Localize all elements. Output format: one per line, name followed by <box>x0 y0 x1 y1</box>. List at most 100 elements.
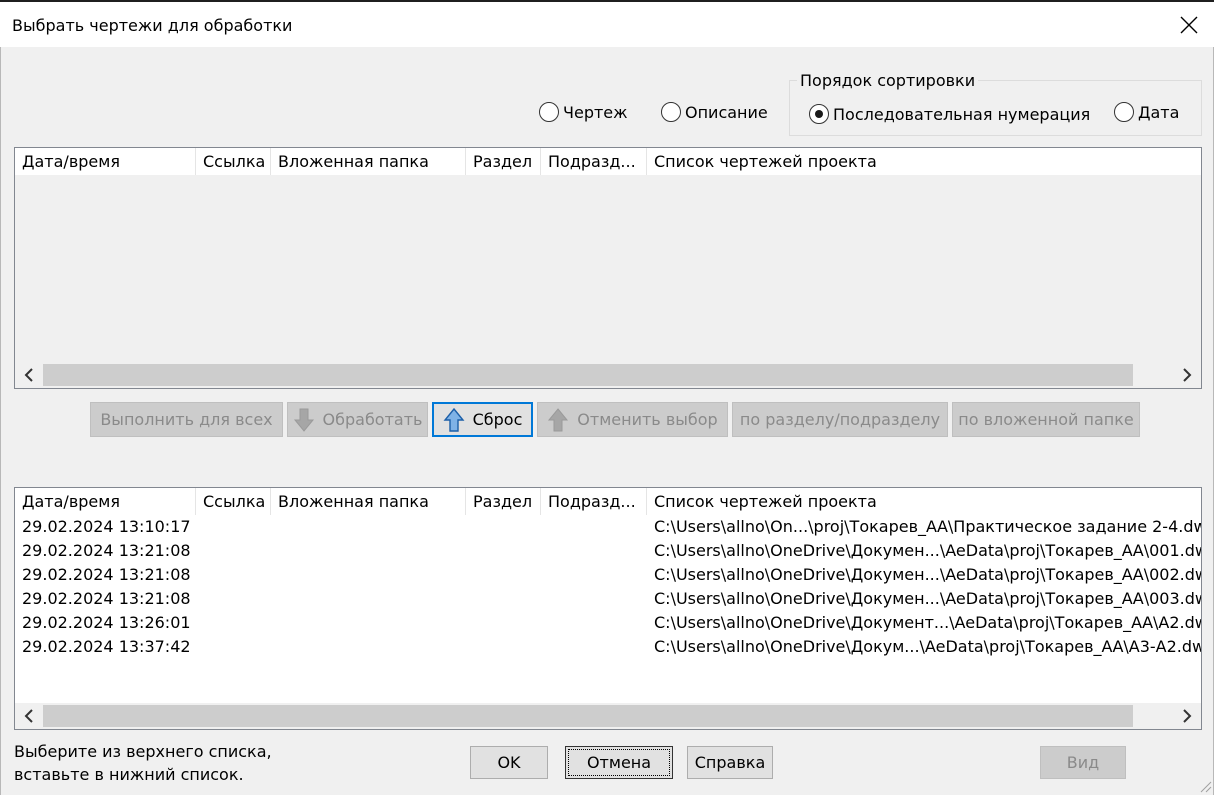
ok-label: OK <box>497 753 521 772</box>
column-header-section[interactable]: Раздел <box>466 488 541 515</box>
scroll-right-button[interactable] <box>1173 703 1201 729</box>
by-section-button[interactable]: по разделу/подразделу <box>732 402 948 437</box>
cell-section <box>466 611 541 635</box>
cell-datetime: 29.02.2024 13:10:17 <box>22 517 191 536</box>
cell-subfolder <box>271 563 466 587</box>
column-header-section[interactable]: Раздел <box>466 148 541 175</box>
sort-radio-sequential[interactable]: Последовательная нумерация <box>809 104 1090 124</box>
sort-radio-date-label: Дата <box>1138 102 1180 122</box>
help-button[interactable]: Справка <box>687 746 773 779</box>
chevron-left-icon <box>24 709 33 723</box>
table-row[interactable]: 29.02.2024 13:26:01 C:\Users\allno\OneDr… <box>15 611 1201 635</box>
cell-subsection <box>541 611 647 635</box>
sort-radio-date[interactable]: Дата <box>1114 102 1179 122</box>
column-header-subfolder[interactable]: Вложенная папка <box>271 488 466 515</box>
title-bar: Выбрать чертежи для обработки <box>0 2 1214 47</box>
column-header-datetime[interactable]: Дата/время <box>15 148 196 175</box>
reset-label: Сброс <box>472 410 523 429</box>
cell-datetime: 29.02.2024 13:21:08 <box>22 589 191 608</box>
column-header-link[interactable]: Ссылка <box>196 488 271 515</box>
cell-path: C:\Users\allno\OneDrive\Докумен...\AeDat… <box>654 589 1202 608</box>
sort-order-label: Порядок сортировки <box>797 71 979 90</box>
cancel-label: Отмена <box>586 753 652 772</box>
list-header: Дата/время Ссылка Вложенная папка Раздел… <box>15 148 1201 175</box>
sort-radio-drawing[interactable]: Чертеж <box>539 102 628 122</box>
close-button[interactable] <box>1164 2 1214 47</box>
chevron-right-icon <box>1183 368 1192 382</box>
ok-button[interactable]: OK <box>470 746 548 779</box>
sort-radio-drawing-label: Чертеж <box>563 102 628 122</box>
table-row[interactable]: 29.02.2024 13:21:08 C:\Users\allno\OneDr… <box>15 563 1201 587</box>
list-header: Дата/время Ссылка Вложенная папка Раздел… <box>15 488 1201 515</box>
run-for-all-button[interactable]: Выполнить для всех <box>90 402 283 437</box>
horizontal-scrollbar[interactable] <box>15 703 1201 729</box>
cell-path: C:\Users\allno\On...\proj\Токарев_АА\Пра… <box>654 517 1202 536</box>
close-icon <box>1180 16 1198 33</box>
column-header-subfolder[interactable]: Вложенная папка <box>271 148 466 175</box>
arrow-up-icon <box>443 407 465 433</box>
scroll-thumb[interactable] <box>43 705 1133 727</box>
cell-datetime: 29.02.2024 13:21:08 <box>22 541 191 560</box>
scroll-left-button[interactable] <box>15 362 43 388</box>
cell-subfolder <box>271 635 466 659</box>
sort-radio-description[interactable]: Описание <box>661 102 768 122</box>
source-drawings-list[interactable]: Дата/время Ссылка Вложенная папка Раздел… <box>14 147 1202 389</box>
cell-link <box>196 587 271 611</box>
cell-subsection <box>541 563 647 587</box>
cell-subfolder <box>271 611 466 635</box>
cancel-button[interactable]: Отмена <box>565 746 673 779</box>
cell-link <box>196 563 271 587</box>
resize-grip-icon[interactable] <box>1198 779 1212 793</box>
by-subfolder-label: по вложенной папке <box>958 410 1134 429</box>
cell-link <box>196 611 271 635</box>
cell-subsection <box>541 539 647 563</box>
column-header-link[interactable]: Ссылка <box>196 148 271 175</box>
scroll-left-button[interactable] <box>15 703 43 729</box>
radio-circle <box>539 102 559 122</box>
scroll-thumb[interactable] <box>43 364 1133 386</box>
sort-radio-sequential-label: Последовательная нумерация <box>833 104 1091 124</box>
process-button[interactable]: Обработать <box>287 402 428 437</box>
column-header-drawing-list[interactable]: Список чертежей проекта <box>647 488 1201 515</box>
by-subfolder-button[interactable]: по вложенной папке <box>952 402 1140 437</box>
list-body: 29.02.2024 13:10:17 C:\Users\allno\On...… <box>15 515 1201 659</box>
scroll-right-button[interactable] <box>1173 362 1201 388</box>
selected-drawings-list[interactable]: Дата/время Ссылка Вложенная папка Раздел… <box>14 487 1202 730</box>
cell-section <box>466 515 541 539</box>
column-header-subsection[interactable]: Подразд... <box>541 488 647 515</box>
horizontal-scrollbar[interactable] <box>15 362 1201 388</box>
cell-subfolder <box>271 539 466 563</box>
cell-section <box>466 539 541 563</box>
cell-link <box>196 539 271 563</box>
scroll-track[interactable] <box>43 362 1173 388</box>
scroll-track[interactable] <box>43 703 1173 729</box>
table-row[interactable]: 29.02.2024 13:10:17 C:\Users\allno\On...… <box>15 515 1201 539</box>
arrow-down-icon <box>293 407 315 433</box>
deselect-label: Отменить выбор <box>577 410 718 429</box>
cell-subfolder <box>271 587 466 611</box>
table-row[interactable]: 29.02.2024 13:21:08 C:\Users\allno\OneDr… <box>15 587 1201 611</box>
instruction-line-1: Выберите из верхнего списка, <box>14 742 272 761</box>
table-row[interactable]: 29.02.2024 13:37:42 C:\Users\allno\OneDr… <box>15 635 1201 659</box>
cell-link <box>196 635 271 659</box>
view-button[interactable]: Вид <box>1040 746 1126 779</box>
cell-path: C:\Users\allno\OneDrive\Документ...\AeDa… <box>654 613 1202 632</box>
reset-button[interactable]: Сброс <box>432 402 533 437</box>
cell-subsection <box>541 587 647 611</box>
deselect-button[interactable]: Отменить выбор <box>537 402 728 437</box>
arrow-up-icon <box>547 407 569 433</box>
column-header-subsection[interactable]: Подразд... <box>541 148 647 175</box>
cell-subfolder <box>271 515 466 539</box>
help-label: Справка <box>694 753 766 772</box>
chevron-left-icon <box>24 368 33 382</box>
cell-datetime: 29.02.2024 13:37:42 <box>22 637 191 656</box>
radio-circle <box>661 102 681 122</box>
column-header-datetime[interactable]: Дата/время <box>15 488 196 515</box>
cell-path: C:\Users\allno\OneDrive\Докумен...\AeDat… <box>654 541 1202 560</box>
sort-radio-description-label: Описание <box>685 102 768 122</box>
process-label: Обработать <box>322 410 423 429</box>
cell-link <box>196 515 271 539</box>
cell-section <box>466 635 541 659</box>
table-row[interactable]: 29.02.2024 13:21:08 C:\Users\allno\OneDr… <box>15 539 1201 563</box>
column-header-drawing-list[interactable]: Список чертежей проекта <box>647 148 1201 175</box>
